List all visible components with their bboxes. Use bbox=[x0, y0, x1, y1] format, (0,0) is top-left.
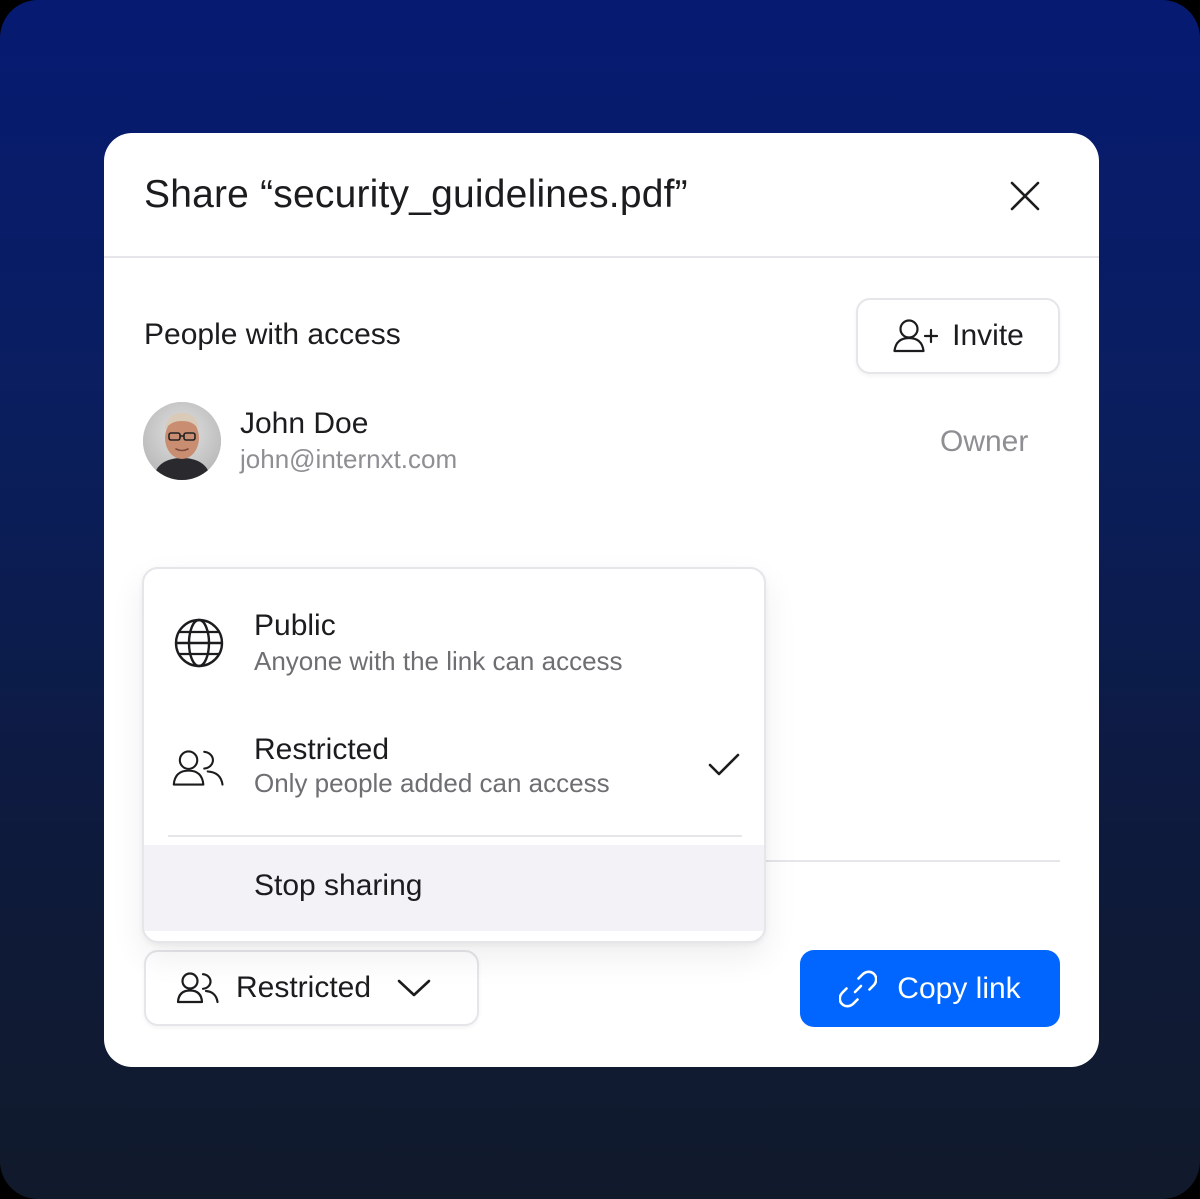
close-icon bbox=[1010, 181, 1040, 211]
option-description: Anyone with the link can access bbox=[254, 646, 623, 676]
stop-sharing-label: Stop sharing bbox=[254, 869, 423, 902]
stop-sharing-option[interactable]: Stop sharing bbox=[144, 845, 764, 931]
option-title: Public bbox=[254, 609, 336, 642]
copy-link-button[interactable]: Copy link bbox=[800, 950, 1060, 1027]
page-background: Share “security_guidelines.pdf” People w… bbox=[0, 0, 1200, 1199]
people-with-access-label: People with access bbox=[144, 318, 401, 351]
avatar bbox=[143, 402, 221, 480]
access-level-dropdown[interactable]: Restricted bbox=[144, 950, 479, 1026]
link-icon bbox=[839, 970, 878, 1007]
users-icon-wrap bbox=[172, 741, 226, 795]
user-email: john@internxt.com bbox=[240, 444, 458, 474]
users-icon bbox=[172, 750, 224, 786]
dialog-title: Share “security_guidelines.pdf” bbox=[144, 173, 688, 216]
option-description: Only people added can access bbox=[254, 768, 610, 798]
copy-link-label: Copy link bbox=[897, 971, 1021, 1005]
access-level-menu: Public Anyone with the link can access R… bbox=[142, 567, 766, 943]
menu-option-restricted[interactable]: Restricted Only people added can access bbox=[144, 707, 764, 827]
menu-option-public[interactable]: Public Anyone with the link can access bbox=[144, 583, 764, 703]
globe-icon bbox=[174, 618, 224, 668]
users-icon bbox=[176, 972, 219, 1004]
option-title: Restricted bbox=[254, 733, 390, 766]
user-role: Owner bbox=[940, 425, 1029, 458]
checkmark-icon bbox=[708, 753, 740, 776]
avatar-photo bbox=[143, 402, 221, 480]
access-level-label: Restricted bbox=[236, 971, 372, 1004]
invite-label: Invite bbox=[952, 319, 1024, 352]
close-button[interactable] bbox=[1002, 173, 1048, 219]
footer-divider bbox=[766, 860, 1060, 862]
user-name: John Doe bbox=[240, 407, 369, 440]
share-dialog: Share “security_guidelines.pdf” People w… bbox=[104, 133, 1099, 1067]
add-user-icon bbox=[893, 319, 939, 353]
menu-divider bbox=[168, 835, 742, 837]
globe-icon-wrap bbox=[172, 616, 226, 670]
dialog-header: Share “security_guidelines.pdf” bbox=[104, 133, 1099, 258]
invite-button[interactable]: Invite bbox=[856, 298, 1060, 374]
chevron-down-icon bbox=[397, 979, 431, 997]
